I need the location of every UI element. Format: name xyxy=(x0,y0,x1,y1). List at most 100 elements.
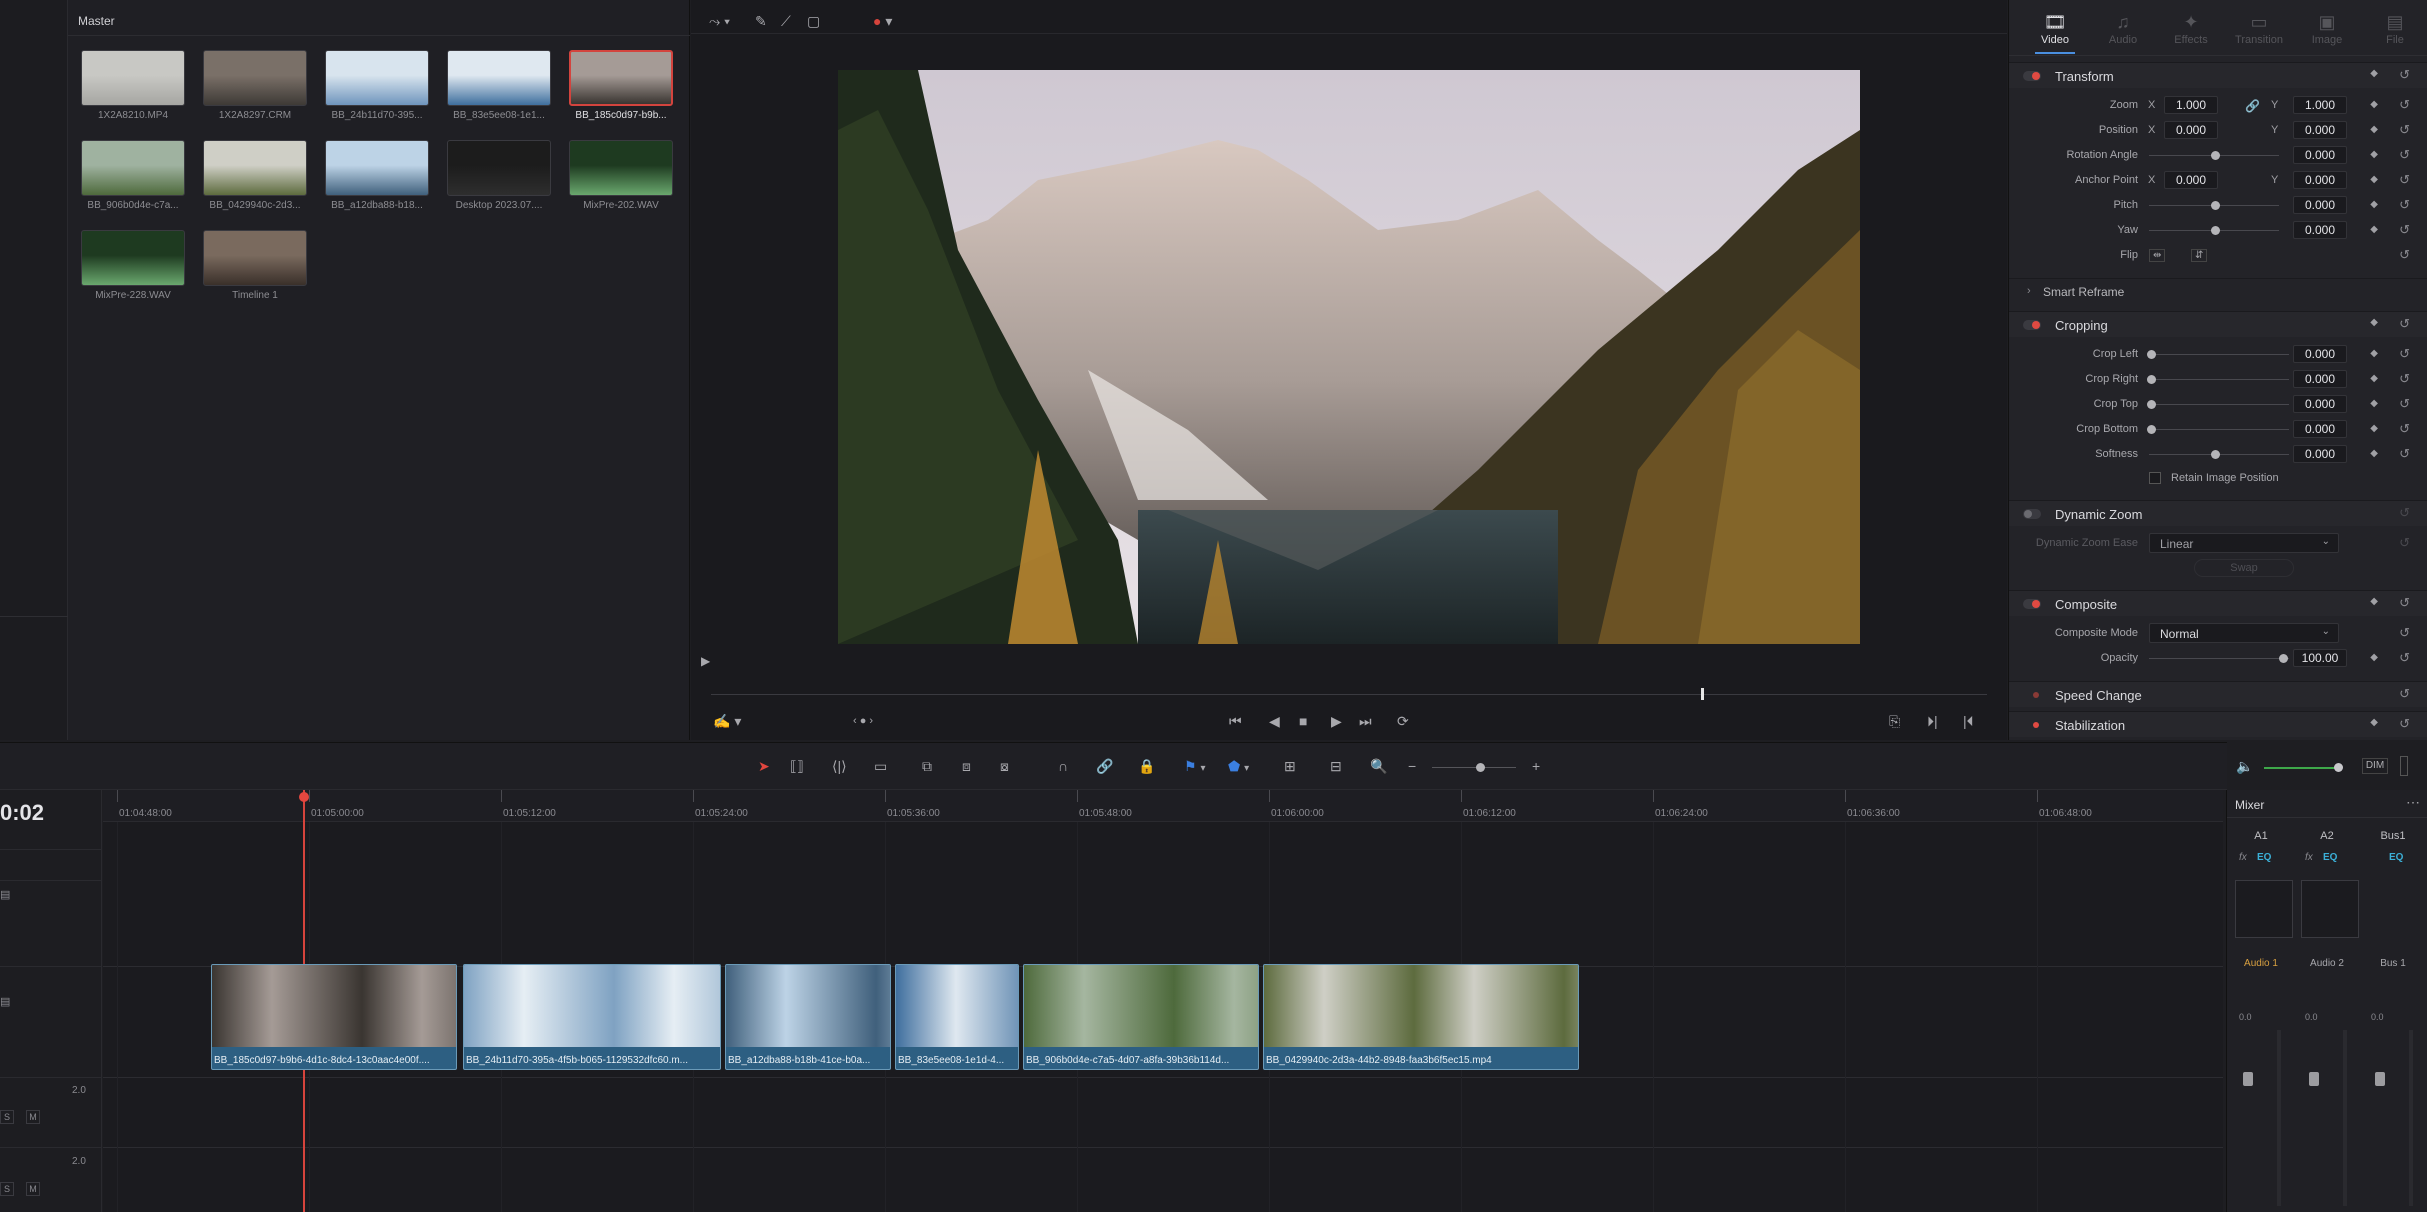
keyframe-icon[interactable]: ◆ xyxy=(2370,652,2378,663)
speed-change-header[interactable]: Speed Change ↺ xyxy=(2009,681,2427,707)
crop-slider-knob[interactable] xyxy=(2147,375,2156,384)
reset-icon[interactable]: ↺ xyxy=(2399,421,2410,437)
opacity-slider-knob[interactable] xyxy=(2279,654,2288,663)
reset-icon[interactable]: ↺ xyxy=(2399,686,2410,702)
keyframe-icon[interactable]: ◆ xyxy=(2370,124,2378,135)
retain-checkbox[interactable] xyxy=(2149,472,2161,484)
flag-icon[interactable]: ⚑ ▾ xyxy=(1184,759,1205,776)
go-to-start-icon[interactable]: ⏮ xyxy=(1229,714,1242,728)
media-clip-thumbnail[interactable]: MixPre-202.WAV xyxy=(569,140,675,211)
more-options-icon[interactable]: ⋯ xyxy=(2406,794,2420,811)
inspector-tab-file[interactable]: ▤ File xyxy=(2363,12,2427,46)
eq-label[interactable]: EQ xyxy=(2389,852,2403,863)
fx-label[interactable]: fx xyxy=(2305,852,2313,863)
opacity-field[interactable]: 100.00 xyxy=(2293,649,2347,667)
trim-tool-icon[interactable]: ⟦⟧ xyxy=(790,759,804,773)
track-icon[interactable]: ▤ xyxy=(0,995,10,1008)
crop-slider-knob[interactable] xyxy=(2147,425,2156,434)
reset-icon[interactable]: ↺ xyxy=(2399,650,2410,666)
media-clip-thumbnail[interactable]: BB_83e5ee08-1e1... xyxy=(447,50,553,121)
pitch-slider-knob[interactable] xyxy=(2211,201,2220,210)
composite-section-header[interactable]: Composite ◆ ↺ xyxy=(2009,590,2427,616)
media-clip-thumbnail[interactable]: BB_185c0d97-b9b... xyxy=(569,50,675,121)
zoom-detail-icon[interactable]: ⊟ xyxy=(1330,759,1342,773)
keyframe-icon[interactable]: ◆ xyxy=(2370,174,2378,185)
crop-slider-knob[interactable] xyxy=(2147,400,2156,409)
transform-tool-icon[interactable]: ⤳ ▾ xyxy=(709,14,730,28)
crop-slider[interactable] xyxy=(2149,379,2289,380)
reset-icon[interactable]: ↺ xyxy=(2399,97,2410,113)
position-x-field[interactable]: 0.000 xyxy=(2164,121,2218,139)
timeline-clip[interactable]: BB_24b11d70-395a-4f5b-b065-1129532dfc60.… xyxy=(463,964,721,1070)
speaker-icon[interactable]: 🔈 xyxy=(2236,759,2253,773)
zoom-slider-knob[interactable] xyxy=(1476,763,1485,772)
pan-control[interactable] xyxy=(2301,880,2359,938)
cropping-toggle[interactable] xyxy=(2023,320,2041,330)
keyframe-icon[interactable]: ◆ xyxy=(2370,348,2378,359)
volume-slider-knob[interactable] xyxy=(2334,763,2343,772)
crop-slider[interactable] xyxy=(2149,404,2289,405)
solo-button[interactable]: S xyxy=(0,1110,14,1124)
rectangle-tool-icon[interactable]: ▢ xyxy=(807,14,820,28)
viewer-playhead[interactable] xyxy=(1701,688,1704,700)
keyframe-icon[interactable]: ◆ xyxy=(2370,149,2378,160)
loop-icon[interactable]: ⟳ xyxy=(1397,714,1409,728)
crop-field[interactable]: 0.000 xyxy=(2293,420,2347,438)
rotation-field[interactable]: 0.000 xyxy=(2293,146,2347,164)
viewer-scrubber[interactable] xyxy=(711,694,1987,695)
media-clip-thumbnail[interactable]: BB_a12dba88-b18... xyxy=(325,140,431,211)
reset-icon[interactable]: ↺ xyxy=(2399,446,2410,462)
anchor-x-field[interactable]: 0.000 xyxy=(2164,171,2218,189)
stabilization-header[interactable]: Stabilization ◆ ↺ xyxy=(2009,711,2427,737)
fx-label[interactable]: fx xyxy=(2239,852,2247,863)
inspector-tab-video[interactable]: 🎞 Video xyxy=(2023,12,2087,54)
crop-field[interactable]: 0.000 xyxy=(2293,445,2347,463)
anchor-y-field[interactable]: 0.000 xyxy=(2293,171,2347,189)
keyframe-icon[interactable]: ◆ xyxy=(2370,224,2378,235)
inspector-tab-effects[interactable]: ✦ Effects xyxy=(2159,12,2223,46)
dynamic-zoom-ease-dropdown[interactable]: Linear ⌄ xyxy=(2149,533,2339,553)
clip-nav-icon[interactable]: ‹ ● › xyxy=(853,714,873,728)
play-icon[interactable]: ▶ xyxy=(1331,714,1342,728)
link-icon[interactable]: 🔗 xyxy=(2245,99,2260,113)
keyframe-icon[interactable]: ◆ xyxy=(2370,199,2378,210)
media-clip-thumbnail[interactable]: 1X2A8297.CRM xyxy=(203,50,309,121)
opacity-slider[interactable] xyxy=(2149,658,2289,659)
lock-icon[interactable]: 🔒 xyxy=(1138,759,1155,773)
reset-icon[interactable]: ↺ xyxy=(2399,147,2410,163)
zoom-in-icon[interactable]: + xyxy=(1532,759,1540,773)
inspector-tab-image[interactable]: ▣ Image xyxy=(2295,12,2359,46)
keyframe-icon[interactable]: ◆ xyxy=(2370,448,2378,459)
reset-icon[interactable]: ↺ xyxy=(2399,197,2410,213)
keyframe-icon[interactable]: ◆ xyxy=(2370,717,2378,728)
zoom-y-field[interactable]: 1.000 xyxy=(2293,96,2347,114)
timeline[interactable]: 01:04:48:00 01:05:00:00 01:05:12:00 01:05:2… xyxy=(103,790,2223,1212)
reset-icon[interactable]: ↺ xyxy=(2399,122,2410,138)
inspector-tab-transition[interactable]: ▭ Transition xyxy=(2227,12,2291,46)
crop-field[interactable]: 0.000 xyxy=(2293,370,2347,388)
zoom-slider[interactable] xyxy=(1432,767,1516,768)
stop-icon[interactable]: ■ xyxy=(1299,714,1307,728)
timeline-playhead-handle[interactable] xyxy=(299,792,309,802)
solo-button[interactable]: S xyxy=(0,1182,14,1196)
transform-section-header[interactable]: Transform ◆ ↺ xyxy=(2009,62,2427,88)
keyframe-icon[interactable]: ◆ xyxy=(2370,398,2378,409)
blade-tool-icon[interactable]: ▭ xyxy=(874,759,887,773)
zoom-x-field[interactable]: 1.000 xyxy=(2164,96,2218,114)
record-color-icon[interactable]: ● ▾ xyxy=(873,14,892,28)
eq-label[interactable]: EQ xyxy=(2323,852,2337,863)
match-frame-icon[interactable]: ⎘ xyxy=(1889,714,1900,728)
meter-icon[interactable] xyxy=(2400,756,2408,776)
reset-icon[interactable]: ↺ xyxy=(2399,316,2410,332)
reset-icon[interactable]: ↺ xyxy=(2399,346,2410,362)
dynamic-trim-icon[interactable]: ⟨|⟩ xyxy=(832,759,847,773)
replace-clip-icon[interactable]: ⧇ xyxy=(1000,759,1009,773)
keyframe-icon[interactable]: ◆ xyxy=(2370,99,2378,110)
crop-slider-knob[interactable] xyxy=(2147,350,2156,359)
dim-button[interactable]: DIM xyxy=(2362,758,2388,774)
keyframe-icon[interactable]: ◆ xyxy=(2370,68,2378,79)
keyframe-icon[interactable]: ◆ xyxy=(2370,317,2378,328)
zoom-out-icon[interactable]: − xyxy=(1408,759,1416,773)
rotation-slider-knob[interactable] xyxy=(2211,151,2220,160)
media-clip-thumbnail[interactable]: MixPre-228.WAV xyxy=(81,230,187,301)
